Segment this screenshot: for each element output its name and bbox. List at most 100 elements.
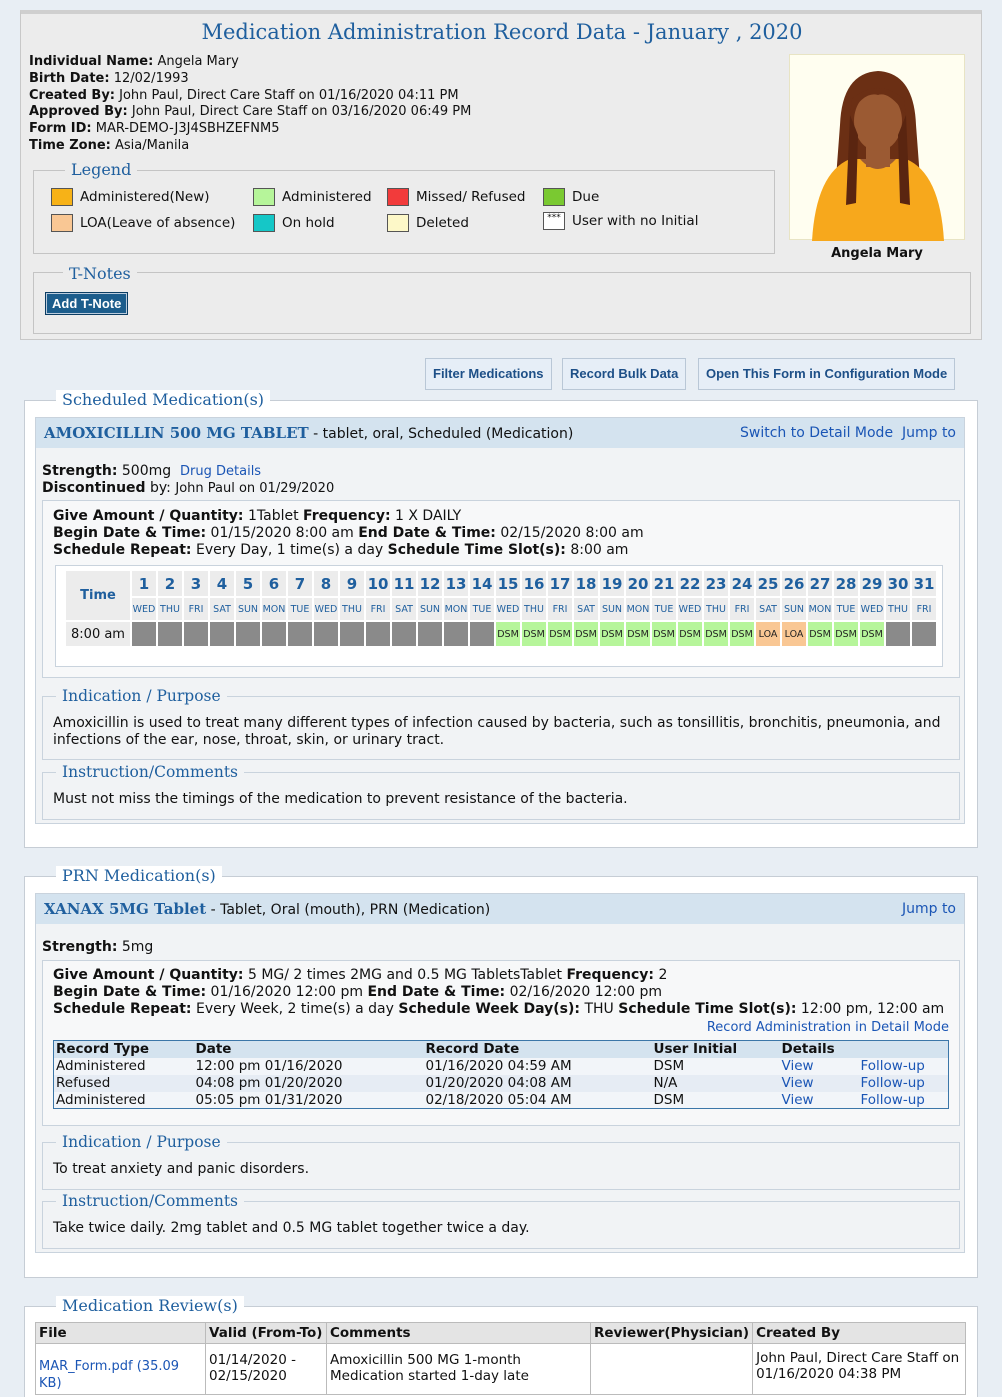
administration-cell[interactable] xyxy=(340,622,364,646)
jump-to-link[interactable]: Jump to xyxy=(902,425,956,441)
administration-cell[interactable]: DSM xyxy=(730,622,754,646)
instruction-text: Must not miss the timings of the medicat… xyxy=(53,791,628,807)
info-row: Time Zone: Asia/Manila xyxy=(29,137,190,153)
administration-cell[interactable] xyxy=(236,622,260,646)
administration-cell[interactable] xyxy=(262,622,286,646)
day-number: 18 xyxy=(574,571,598,596)
record-bulk-data-button[interactable]: Record Bulk Data xyxy=(562,358,687,390)
follow-up-link[interactable]: Follow-up xyxy=(861,1058,925,1074)
begin-end-row: Begin Date & Time: 01/16/2020 12:00 pm E… xyxy=(53,984,663,1000)
administration-cell[interactable]: DSM xyxy=(652,622,676,646)
day-number: 1 xyxy=(132,571,156,596)
day-number: 29 xyxy=(860,571,884,596)
administration-cell[interactable]: LOA xyxy=(756,622,780,646)
day-number: 9 xyxy=(340,571,364,596)
administration-cell[interactable]: DSM xyxy=(860,622,884,646)
administration-cell[interactable] xyxy=(132,622,156,646)
administration-cell[interactable] xyxy=(366,622,390,646)
administration-cell[interactable]: DSM xyxy=(834,622,858,646)
medication-name: AMOXICILLIN 500 MG TABLET xyxy=(44,424,309,442)
day-number: 23 xyxy=(704,571,728,596)
medication-card-amoxicillin: AMOXICILLIN 500 MG TABLET - tablet, oral… xyxy=(35,417,965,824)
photo-caption: Angela Mary xyxy=(831,246,923,261)
administration-cell[interactable] xyxy=(418,622,442,646)
administration-cell[interactable]: DSM xyxy=(600,622,624,646)
administration-cell[interactable]: DSM xyxy=(522,622,546,646)
review-file-link[interactable]: MAR_Form.pdf (35.09 KB) xyxy=(39,1359,179,1391)
table-row: Refused 04:08 pm 01/20/2020 01/20/2020 0… xyxy=(53,1074,949,1092)
weekday-label: THU xyxy=(340,598,364,620)
weekday-label: TUE xyxy=(288,598,312,620)
administration-cell[interactable]: DSM xyxy=(496,622,520,646)
add-tnote-button[interactable]: Add T-Note xyxy=(45,292,129,315)
switch-detail-mode-link[interactable]: Switch to Detail Mode xyxy=(740,425,893,441)
table-header-row: File Valid (From-To) Comments Reviewer(P… xyxy=(35,1322,966,1344)
administration-cell[interactable] xyxy=(158,622,182,646)
weekday-label: WED xyxy=(132,598,156,620)
administration-cell[interactable]: DSM xyxy=(808,622,832,646)
legend-deleted: Deleted xyxy=(387,214,469,232)
weekday-label: THU xyxy=(522,598,546,620)
filter-medications-button[interactable]: Filter Medications xyxy=(425,358,552,390)
view-link[interactable]: View xyxy=(782,1058,814,1074)
weekday-label: SUN xyxy=(782,598,806,620)
begin-end-row: Begin Date & Time: 01/15/2020 8:00 am En… xyxy=(53,525,644,541)
administration-cell[interactable] xyxy=(912,622,936,646)
administration-cell[interactable] xyxy=(886,622,910,646)
table-row: Administered 12:00 pm 01/16/2020 01/16/2… xyxy=(53,1057,949,1075)
jump-to-link[interactable]: Jump to xyxy=(902,901,956,917)
give-amount-row: Give Amount / Quantity: 5 MG/ 2 times 2M… xyxy=(53,967,668,983)
weekday-label: WED xyxy=(496,598,520,620)
individual-info: Individual Name: Angela Mary Birth Date:… xyxy=(29,54,471,155)
schedule-repeat-row: Schedule Repeat: Every Day, 1 time(s) a … xyxy=(53,542,629,558)
administration-cell[interactable]: DSM xyxy=(626,622,650,646)
administration-cell[interactable]: DSM xyxy=(678,622,702,646)
administration-cell[interactable]: DSM xyxy=(704,622,728,646)
drug-details-link[interactable]: Drug Details xyxy=(180,464,261,479)
record-detail-mode-link[interactable]: Record Administration in Detail Mode xyxy=(707,1020,949,1035)
day-number: 10 xyxy=(366,571,390,596)
administration-cell[interactable]: LOA xyxy=(782,622,806,646)
view-link[interactable]: View xyxy=(782,1075,814,1091)
open-config-mode-button[interactable]: Open This Form in Configuration Mode xyxy=(698,358,956,390)
strength-row: Strength: 5mg xyxy=(42,939,154,955)
view-link[interactable]: View xyxy=(782,1092,814,1108)
legend-missed-refused: Missed/ Refused xyxy=(387,188,525,206)
administration-cell[interactable] xyxy=(444,622,468,646)
weekday-label: SAT xyxy=(756,598,780,620)
day-number: 7 xyxy=(288,571,312,596)
schedule-repeat-row: Schedule Repeat: Every Week, 2 time(s) a… xyxy=(53,1001,945,1017)
tnotes-box xyxy=(33,272,971,334)
administration-cell[interactable] xyxy=(288,622,312,646)
administration-cell[interactable] xyxy=(392,622,416,646)
info-row: Approved By: John Paul, Direct Care Staf… xyxy=(29,104,472,120)
follow-up-link[interactable]: Follow-up xyxy=(861,1092,925,1108)
administration-cell[interactable]: DSM xyxy=(574,622,598,646)
weekday-label: WED xyxy=(314,598,338,620)
tnotes-title: T-Notes xyxy=(63,264,137,283)
follow-up-link[interactable]: Follow-up xyxy=(861,1075,925,1091)
administration-cell[interactable] xyxy=(470,622,494,646)
administration-cell[interactable] xyxy=(314,622,338,646)
weekday-label: FRI xyxy=(730,598,754,620)
legend-administered-new: Administered(New) xyxy=(51,188,210,206)
day-number: 27 xyxy=(808,571,832,596)
weekday-label: SAT xyxy=(392,598,416,620)
info-row: Form ID: MAR-DEMO-J3J4SBHZEFNM5 xyxy=(29,121,280,137)
scheduled-section-title: Scheduled Medication(s) xyxy=(56,390,271,409)
indication-box: Amoxicillin is used to treat many differ… xyxy=(42,696,960,760)
day-number: 5 xyxy=(236,571,260,596)
legend-no-initial: *** User with no Initial xyxy=(543,212,698,230)
day-number: 22 xyxy=(678,571,702,596)
administration-cell[interactable]: DSM xyxy=(548,622,572,646)
prn-section-title: PRN Medication(s) xyxy=(56,866,222,885)
medication-review-table: File Valid (From-To) Comments Reviewer(P… xyxy=(35,1322,966,1395)
administration-cell[interactable] xyxy=(184,622,208,646)
schedule-details: Give Amount / Quantity: 1Tablet Frequenc… xyxy=(42,500,960,678)
review-section-title: Medication Review(s) xyxy=(56,1296,244,1315)
avatar-icon xyxy=(812,71,944,241)
swatch-icon xyxy=(51,214,73,232)
individual-photo xyxy=(789,54,965,241)
weekday-label: FRI xyxy=(184,598,208,620)
administration-cell[interactable] xyxy=(210,622,234,646)
